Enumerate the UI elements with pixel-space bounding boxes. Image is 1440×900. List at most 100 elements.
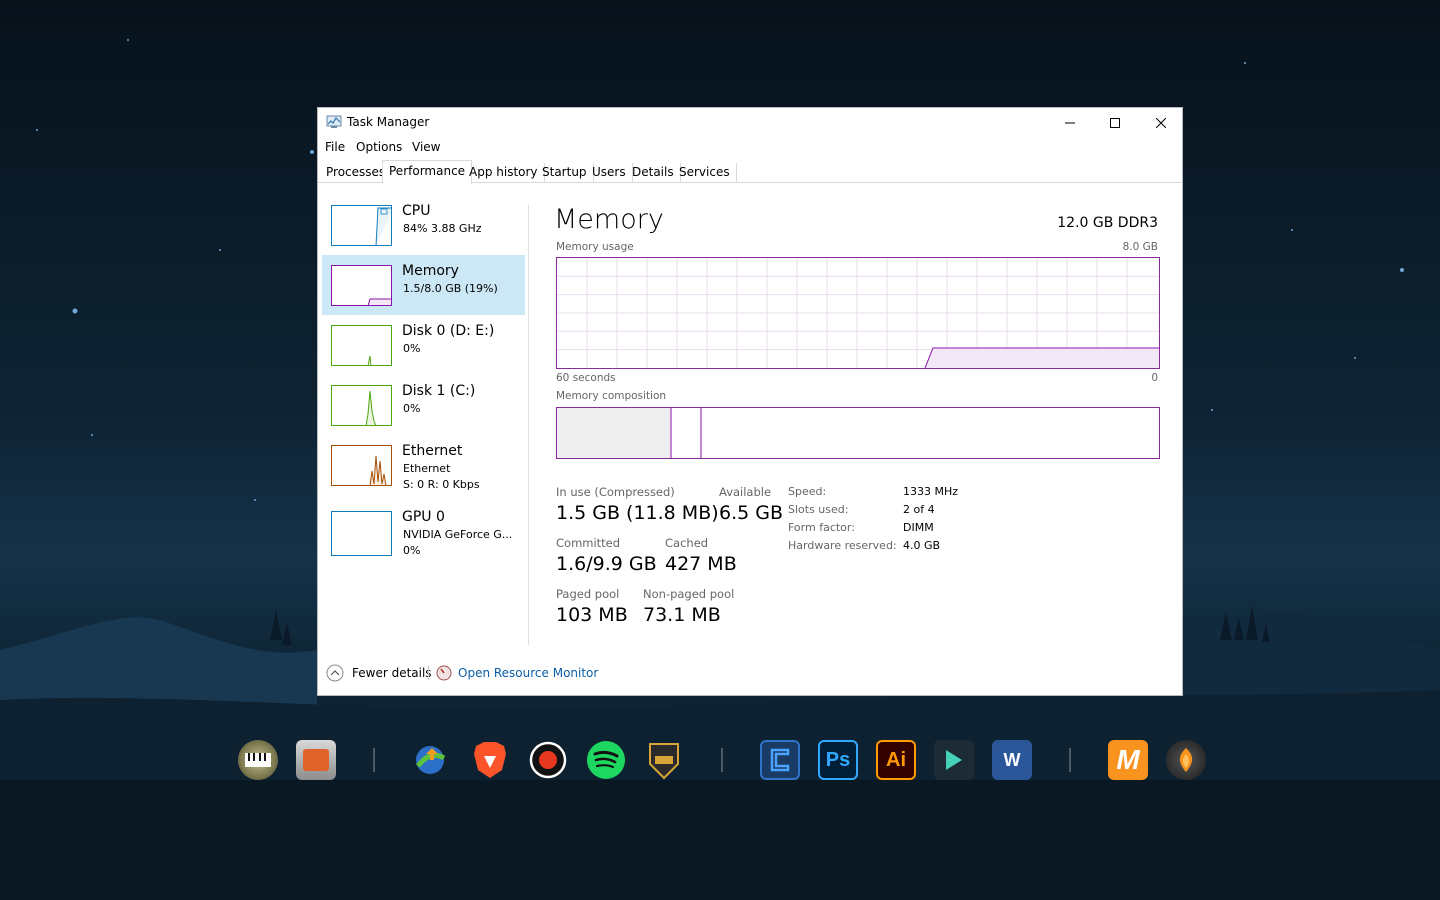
photoshop-label: Ps [825,748,851,771]
memory-spec: 12.0 GB DDR3 [1057,215,1158,231]
sidebar-item-memory[interactable]: Memory 1.5/8.0 GB (19%) [322,255,525,315]
open-resource-monitor-label: Open Resource Monitor [458,666,599,680]
form-factor-value: DIMM [903,521,934,534]
sidebar-item-value: NVIDIA GeForce G... [403,528,513,541]
sidebar-item-label: Memory [402,263,459,279]
tab-startup[interactable]: Startup [536,163,594,183]
committed-label: Committed [556,536,621,550]
mixmeister-label: M [1116,744,1140,775]
menu-bar: File Options View [318,138,1182,158]
tab-app-history[interactable]: App history [463,163,545,183]
menu-view[interactable]: View [412,140,440,154]
gpu-thumbnail-graph [331,511,392,556]
dock-separator [1069,748,1071,772]
slots-key: Slots used: [788,503,849,516]
box-app-icon[interactable] [296,740,336,780]
tab-performance[interactable]: Performance [382,160,473,184]
cpu-thumbnail-graph [331,205,392,246]
sidebar-item-label: GPU 0 [402,509,445,525]
footer-separator [428,666,429,680]
hw-reserved-value: 4.0 GB [903,539,941,552]
bull-logo-icon[interactable] [644,740,684,780]
download-manager-icon[interactable] [410,740,450,780]
form-factor-key: Form factor: [788,521,855,534]
minimize-button[interactable] [1047,108,1093,138]
cached-label: Cached [665,536,709,550]
memory-thumbnail-graph [331,265,392,306]
window-title: Task Manager [347,115,430,129]
illustrator-icon[interactable]: Ai [876,740,916,780]
hw-reserved-key: Hardware reserved: [788,539,897,552]
title-bar[interactable]: Task Manager [318,108,1182,138]
fewer-details-label: Fewer details [352,666,432,680]
disk0-thumbnail-graph [331,325,392,366]
record-icon[interactable] [528,740,568,780]
piano-icon[interactable] [238,740,278,780]
word-icon[interactable]: W [992,740,1032,780]
sidebar-item-gpu[interactable]: GPU 0 NVIDIA GeForce G... 0% [322,501,525,561]
sidebar-item-label: CPU [402,203,431,219]
fl-studio-icon[interactable] [1166,740,1206,780]
task-manager-icon [326,115,342,128]
in-use-value: 1.5 GB (11.8 MB) [556,502,719,524]
chevron-up-circle-icon [326,664,344,682]
minimize-icon [1065,122,1075,124]
nonpaged-pool-value: 73.1 MB [643,604,721,626]
paged-pool-label: Paged pool [556,587,620,601]
speed-key: Speed: [788,485,827,498]
brave-icon[interactable] [470,740,510,780]
sidebar-item-label: Disk 0 (D: E:) [402,323,495,339]
usage-graph-max: 8.0 GB [1122,241,1158,253]
sidebar-item-value: 0% [403,342,421,355]
ethernet-thumbnail-graph [331,445,392,486]
committed-value: 1.6/9.9 GB [556,553,657,575]
filmora-icon[interactable] [934,740,974,780]
sidebar-item-label: Disk 1 (C:) [402,383,476,399]
sidebar-item-disk-1[interactable]: Disk 1 (C:) 0% [322,375,525,435]
sidebar-item-value: 84% 3.88 GHz [403,222,482,235]
sidebar-item-percent: 0% [403,544,421,557]
tab-bar: Processes Performance App history Startu… [318,160,1182,184]
maximize-icon [1110,118,1120,128]
disk1-thumbnail-graph [331,385,392,426]
resource-monitor-icon [436,665,452,681]
cached-value: 427 MB [665,553,737,575]
dock-separator [373,748,375,772]
open-resource-monitor-link[interactable]: Open Resource Monitor [436,663,598,683]
blue-app-icon[interactable] [760,740,800,780]
available-value: 6.5 GB [719,502,784,524]
paged-pool-value: 103 MB [556,604,628,626]
mixmeister-bpm-icon[interactable]: M [1108,740,1148,780]
close-button[interactable] [1138,108,1184,138]
available-label: Available [719,485,772,499]
panel-divider [528,205,529,645]
usage-graph-label: Memory usage [556,241,634,253]
menu-options[interactable]: Options [356,140,402,154]
in-use-label: In use (Compressed) [556,485,675,499]
nonpaged-pool-label: Non-paged pool [643,587,735,601]
illustrator-label: Ai [886,748,906,771]
spotify-icon[interactable] [586,740,626,780]
sidebar-item-value: Ethernet [403,462,451,475]
fewer-details-button[interactable]: Fewer details [326,663,432,683]
slots-value: 2 of 4 [903,503,935,516]
speed-value: 1333 MHz [903,485,959,498]
time-axis-left: 60 seconds [556,372,616,384]
sidebar-item-throughput: S: 0 R: 0 Kbps [403,478,480,491]
maximize-button[interactable] [1092,108,1138,138]
composition-label: Memory composition [556,390,667,402]
dock-separator [721,748,723,772]
sidebar-item-ethernet[interactable]: Ethernet Ethernet S: 0 R: 0 Kbps [322,435,525,495]
word-label: W [1003,749,1021,770]
sidebar-item-value: 0% [403,402,421,415]
time-axis-right: 0 [1151,372,1158,384]
task-manager-window: Task Manager File Options View Processes… [317,107,1183,696]
photoshop-icon[interactable]: Ps [818,740,858,780]
sidebar-item-disk-0[interactable]: Disk 0 (D: E:) 0% [322,315,525,375]
page-title: Memory [554,204,664,235]
menu-file[interactable]: File [325,140,345,154]
sidebar-item-value: 1.5/8.0 GB (19%) [403,282,498,295]
memory-composition-bar [556,407,1160,459]
sidebar-item-cpu[interactable]: CPU 84% 3.88 GHz [322,195,525,255]
tab-services[interactable]: Services [673,163,737,183]
